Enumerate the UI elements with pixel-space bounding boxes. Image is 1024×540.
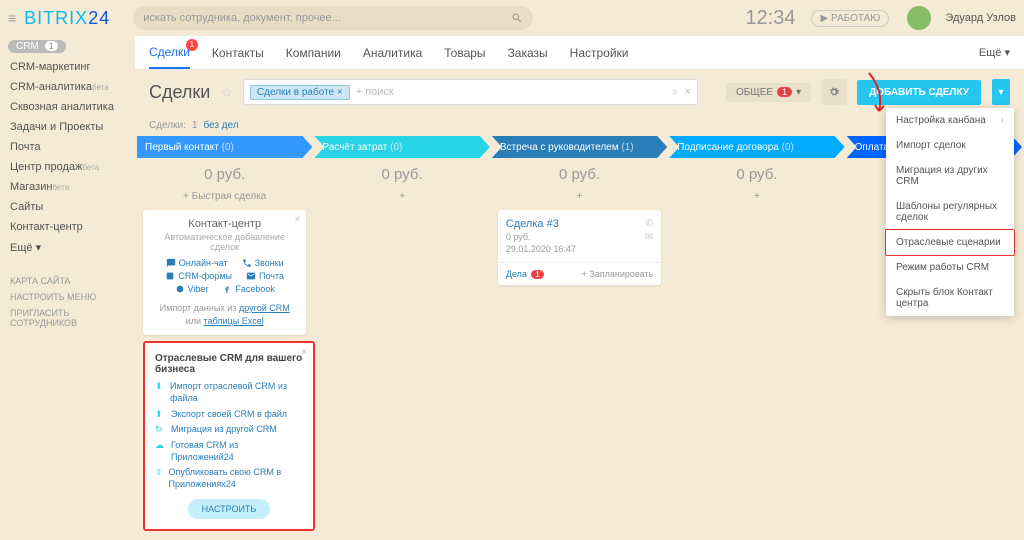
sidebar-sitemap[interactable]: КАРТА САЙТА bbox=[10, 276, 125, 286]
tabs-more[interactable]: Ещё ▾ bbox=[979, 46, 1010, 59]
dd-import[interactable]: Импорт сделок bbox=[886, 133, 1014, 158]
clear-icon[interactable]: × bbox=[684, 86, 690, 99]
column-sum: 0 руб. bbox=[492, 158, 667, 187]
column-header[interactable]: Подписание договора (0) bbox=[669, 136, 844, 158]
quick-add[interactable]: + bbox=[314, 187, 489, 206]
deal-card[interactable]: Сделка #3 0 руб. 29.01.2020 16:47 ✆✉ Дел… bbox=[498, 210, 661, 285]
menu-icon[interactable]: ≡ bbox=[8, 10, 16, 26]
sidebar-item-more[interactable]: Ещё ▾ bbox=[0, 237, 135, 258]
deal-name[interactable]: Сделка #3 bbox=[506, 218, 653, 230]
sidebar-item-crm-analytics[interactable]: CRM-аналитикабета bbox=[0, 77, 135, 97]
sidebar: CRM 1 CRM-маркетинг CRM-аналитикабета Ск… bbox=[0, 36, 135, 540]
star-icon[interactable]: ☆ bbox=[220, 84, 233, 101]
kanban-column: Первый контакт (0) 0 руб. + Быстрая сдел… bbox=[137, 136, 312, 536]
clock: 12:34 bbox=[745, 7, 795, 30]
add-deal-more[interactable]: ▾ bbox=[992, 79, 1010, 105]
sidebar-invite[interactable]: ПРИГЛАСИТЬ СОТРУДНИКОВ bbox=[10, 308, 125, 328]
promo-item[interactable]: ⬆Экспорт своей CRM в файл bbox=[155, 409, 303, 421]
sidebar-crm-badge[interactable]: CRM 1 bbox=[8, 40, 66, 53]
column-header[interactable]: Расчёт затрат (0) bbox=[314, 136, 489, 158]
tab-analytics[interactable]: Аналитика bbox=[363, 38, 422, 68]
promo-card: × Отраслевые CRM для вашего бизнеса ⬇Имп… bbox=[143, 341, 315, 531]
dd-migration[interactable]: Миграция из других CRM bbox=[886, 158, 1014, 194]
sidebar-item-mail[interactable]: Почта bbox=[0, 137, 135, 157]
topbar: ≡ BITRIX24 искать сотрудника, документ, … bbox=[0, 0, 1024, 36]
filter-input[interactable]: Сделки в работе × + поиск ⌕× bbox=[243, 79, 698, 105]
cc-mail[interactable]: Почта bbox=[246, 271, 284, 281]
column-sum: 0 руб. bbox=[669, 158, 844, 187]
column-sum: 0 руб. bbox=[314, 158, 489, 187]
search-icon[interactable]: ⌕ bbox=[672, 86, 678, 99]
tab-settings[interactable]: Настройки bbox=[570, 38, 629, 68]
deal-tasks[interactable]: Дела 1 bbox=[506, 269, 544, 279]
username[interactable]: Эдуард Узлов bbox=[945, 12, 1016, 24]
promo-item[interactable]: ☁Готовая CRM из Приложений24 bbox=[155, 440, 303, 463]
kanban-column: Расчёт затрат (0) 0 руб. + bbox=[314, 136, 489, 536]
view-selector[interactable]: ОБЩЕЕ1 ▾ bbox=[726, 83, 811, 102]
tabs: Сделки1 Контакты Компании Аналитика Това… bbox=[135, 36, 1024, 70]
cc-fb[interactable]: Facebook bbox=[222, 284, 275, 294]
column-header[interactable]: Встреча с руководителем (1) bbox=[492, 136, 667, 158]
mail-icon[interactable]: ✉ bbox=[645, 232, 653, 243]
dd-crm-mode[interactable]: Режим работы CRM bbox=[886, 255, 1014, 280]
close-icon[interactable]: × bbox=[301, 347, 307, 358]
dd-kanban-settings[interactable]: Настройка канбана› bbox=[886, 108, 1014, 133]
promo-configure-button[interactable]: НАСТРОИТЬ bbox=[188, 499, 271, 519]
column-header[interactable]: Первый контакт (0) bbox=[137, 136, 312, 158]
filter-chip[interactable]: Сделки в работе × bbox=[250, 85, 350, 100]
dd-hide-contact[interactable]: Скрыть блок Контакт центра bbox=[886, 280, 1014, 316]
import-crm-link[interactable]: другой CRM bbox=[239, 303, 290, 313]
cc-forms[interactable]: CRM-формы bbox=[165, 271, 232, 281]
sidebar-configure[interactable]: НАСТРОИТЬ МЕНЮ bbox=[10, 292, 125, 302]
cc-viber[interactable]: Viber bbox=[175, 284, 209, 294]
dd-industry-scenarios[interactable]: Отраслевые сценарии bbox=[885, 229, 1015, 256]
search-icon bbox=[511, 12, 523, 24]
deal-plan[interactable]: + Запланировать bbox=[582, 269, 654, 279]
sidebar-item-sales[interactable]: Центр продажбета bbox=[0, 157, 135, 177]
main: Сделки1 Контакты Компании Аналитика Това… bbox=[135, 36, 1024, 540]
sidebar-item-contact[interactable]: Контакт-центр bbox=[0, 217, 135, 237]
sidebar-item-tasks[interactable]: Задачи и Проекты bbox=[0, 117, 135, 137]
promo-item[interactable]: ⇪Опубликовать свою CRM в Приложениях24 bbox=[155, 467, 303, 490]
contact-center-card: × Контакт-центр Автоматическое добавлени… bbox=[143, 210, 306, 335]
promo-item[interactable]: ↻Миграция из другой CRM bbox=[155, 424, 303, 436]
settings-dropdown: Настройка канбана› Импорт сделок Миграци… bbox=[886, 108, 1014, 316]
column-sum: 0 руб. bbox=[137, 158, 312, 187]
sidebar-item-crm-marketing[interactable]: CRM-маркетинг bbox=[0, 57, 135, 77]
gear-button[interactable] bbox=[821, 79, 847, 105]
tab-companies[interactable]: Компании bbox=[286, 38, 341, 68]
sidebar-item-sites[interactable]: Сайты bbox=[0, 197, 135, 217]
tab-orders[interactable]: Заказы bbox=[508, 38, 548, 68]
phone-icon[interactable]: ✆ bbox=[645, 218, 653, 229]
page-title: Сделки bbox=[149, 82, 210, 103]
kanban-column: Встреча с руководителем (1) 0 руб. + Сде… bbox=[492, 136, 667, 536]
logo[interactable]: BITRIX24 bbox=[24, 8, 110, 29]
close-icon[interactable]: × bbox=[295, 214, 301, 225]
avatar[interactable] bbox=[907, 6, 931, 30]
quick-deal[interactable]: + Быстрая сделка bbox=[137, 187, 312, 206]
quick-add[interactable]: + bbox=[492, 187, 667, 206]
work-status-button[interactable]: ▶ РАБОТАЮ bbox=[811, 10, 889, 27]
search-input[interactable]: искать сотрудника, документ, прочее... bbox=[133, 6, 533, 30]
tab-products[interactable]: Товары bbox=[444, 38, 485, 68]
sidebar-item-shop[interactable]: Магазинбета bbox=[0, 177, 135, 197]
cc-calls[interactable]: Звонки bbox=[242, 258, 284, 268]
import-excel-link[interactable]: таблицы Excel bbox=[204, 316, 264, 326]
sidebar-item-end2end[interactable]: Сквозная аналитика bbox=[0, 97, 135, 117]
kanban-column: Подписание договора (0) 0 руб. + bbox=[669, 136, 844, 536]
cc-chat[interactable]: Онлайн-чат bbox=[166, 258, 228, 268]
tab-deals[interactable]: Сделки1 bbox=[149, 37, 190, 69]
no-tasks-link[interactable]: без дел bbox=[203, 120, 238, 131]
quick-add[interactable]: + bbox=[669, 187, 844, 206]
tab-contacts[interactable]: Контакты bbox=[212, 38, 264, 68]
dd-templates[interactable]: Шаблоны регулярных сделок bbox=[886, 194, 1014, 230]
promo-item[interactable]: ⬇Импорт отраслевой CRM из файла bbox=[155, 381, 303, 404]
